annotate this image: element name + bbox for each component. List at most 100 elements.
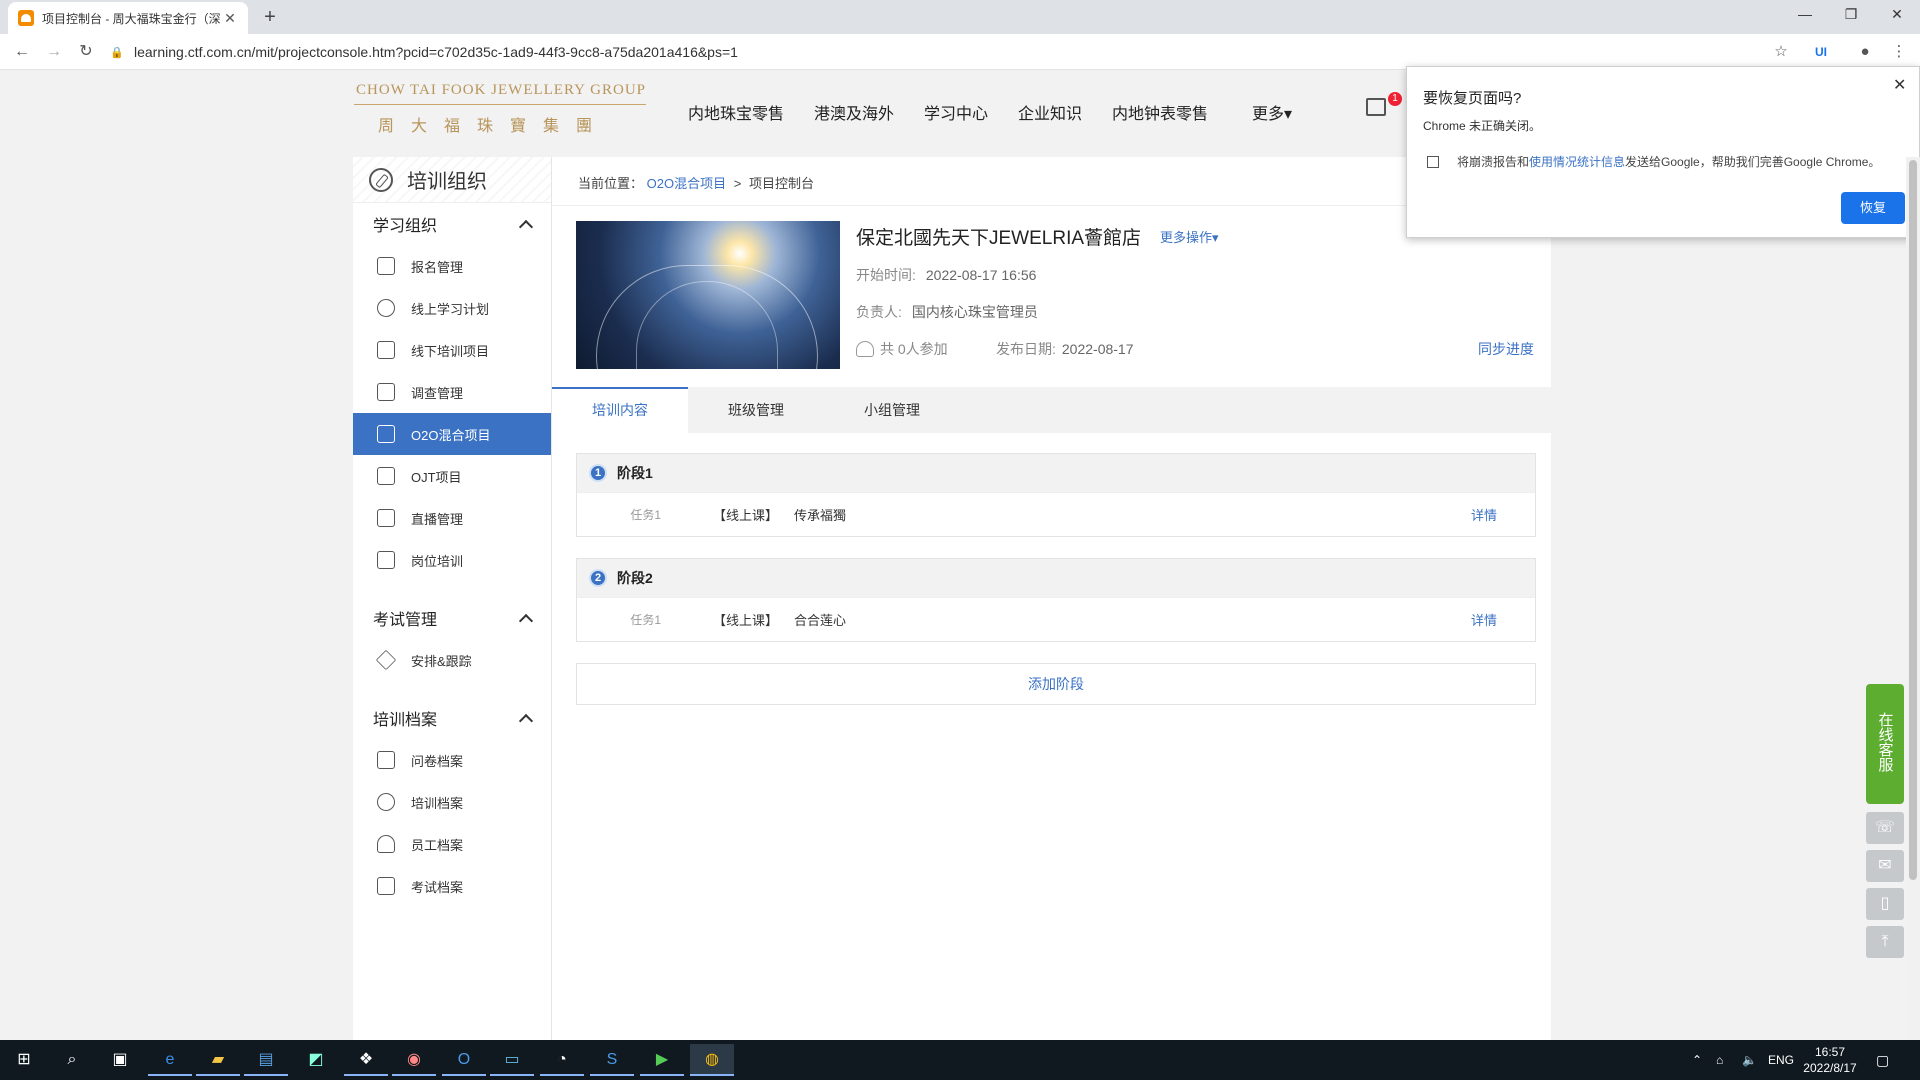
chevron-up-icon[interactable] — [518, 613, 534, 629]
add-stage-button[interactable]: 添加阶段 — [576, 663, 1536, 705]
sidebar-item-questionnaire-archive[interactable]: 问卷档案 — [353, 739, 551, 781]
nav-corporate-knowledge[interactable]: 企业知识 — [1018, 100, 1082, 124]
dropbox-icon[interactable]: ❖ — [344, 1044, 388, 1076]
address-bar[interactable]: 🔒 learning.ctf.com.cn/mit/projectconsole… — [110, 38, 1790, 66]
sidebar-item-online-plan[interactable]: 线上学习计划 — [353, 287, 551, 329]
mobile-icon[interactable]: ▯ — [1866, 888, 1904, 920]
network-app-icon[interactable]: ◉ — [392, 1044, 436, 1076]
close-icon[interactable]: ✕ — [1893, 75, 1906, 95]
input-language[interactable]: ENG — [1768, 1040, 1794, 1080]
sidebar-item-offline-training[interactable]: 线下培训项目 — [353, 329, 551, 371]
sidebar-item-exam-archive[interactable]: 考试档案 — [353, 865, 551, 907]
sidebar-item-label: 员工档案 — [411, 837, 464, 853]
sidebar-item-training-archive[interactable]: 培训档案 — [353, 781, 551, 823]
sidebar-item-live[interactable]: 直播管理 — [353, 497, 551, 539]
online-service-button[interactable]: 在线客服 — [1866, 684, 1904, 804]
sidebar-item-enrollment[interactable]: 报名管理 — [353, 245, 551, 287]
stage-title: 阶段1 — [617, 465, 653, 481]
tab-title: 项目控制台 - 周大福珠宝金行（深 — [42, 11, 221, 26]
send-report-checkbox[interactable] — [1427, 156, 1439, 168]
remote-desktop-icon[interactable]: ▭ — [490, 1044, 534, 1076]
sidebar-item-arrange-track[interactable]: 安排&跟踪 — [353, 639, 551, 681]
sidebar-item-o2o[interactable]: O2O混合项目 — [353, 413, 551, 455]
forward-icon[interactable]: → — [42, 40, 66, 64]
scrollbar-thumb[interactable] — [1909, 160, 1917, 880]
task-label: 任务1 — [630, 508, 661, 522]
sidebar-item-ojt[interactable]: OJT项目 — [353, 455, 551, 497]
task-name: 传承福獨 — [794, 508, 847, 523]
section-archive[interactable]: 培训档案 — [353, 697, 551, 739]
browser-tab[interactable]: 项目控制台 - 周大福珠宝金行（深 ✕ — [8, 2, 248, 34]
ie-icon[interactable]: e — [148, 1044, 192, 1076]
s-app-icon[interactable]: S — [590, 1044, 634, 1076]
task-row: 任务1 【线上课】 传承福獨 详情 — [577, 492, 1535, 536]
notifications-icon[interactable]: ▢ — [1876, 1040, 1889, 1080]
windows-taskbar: ⊞ ⌕ ▣ e ▰ ▤ ◩ ❖ ◉ O ▭ ◔ S ▶ ◍ ⌃ ⌂ 🔈 ENG … — [0, 1040, 1920, 1080]
file-explorer-icon[interactable]: ▰ — [196, 1044, 240, 1076]
network-icon[interactable]: ⌂ — [1716, 1040, 1723, 1080]
chevron-up-icon[interactable] — [518, 219, 534, 235]
volume-icon[interactable]: 🔈 — [1742, 1040, 1757, 1080]
restore-window-button[interactable]: ❐ — [1828, 0, 1874, 30]
extension-icon[interactable]: UI — [1810, 41, 1832, 63]
sidebar-item-survey[interactable]: 调查管理 — [353, 371, 551, 413]
sidebar-title: 培训组织 — [407, 171, 487, 193]
nav-learning-center[interactable]: 学习中心 — [924, 100, 988, 124]
task-view-icon[interactable]: ▣ — [98, 1044, 142, 1076]
breadcrumb-separator: > — [733, 176, 742, 191]
search-icon[interactable]: ⌕ — [50, 1044, 94, 1076]
outlook-icon[interactable]: O — [442, 1044, 486, 1076]
clock-app-icon[interactable]: ◔ — [540, 1044, 584, 1076]
reload-icon[interactable]: ↻ — [74, 40, 98, 64]
breadcrumb-link-o2o[interactable]: O2O混合项目 — [647, 176, 726, 191]
stage-card: 1 阶段1 任务1 【线上课】 传承福獨 详情 — [576, 453, 1536, 537]
sync-progress-link[interactable]: 同步进度 — [1478, 339, 1534, 359]
windows-start-icon[interactable]: ⊞ — [2, 1044, 46, 1076]
menu-kebab-icon[interactable]: ⋮ — [1888, 41, 1910, 63]
browser-tab-strip: 项目控制台 - 周大福珠宝金行（深 ✕ + — ❐ ✕ — [0, 0, 1920, 34]
participants-count: 共 0人参加 — [880, 341, 948, 357]
breadcrumb: 当前位置： O2O混合项目 > 项目控制台 — [578, 173, 814, 192]
chat-icon[interactable]: ☏ — [1866, 812, 1904, 844]
nav-mainland-watch[interactable]: 内地钟表零售 — [1112, 100, 1208, 124]
chrome-icon[interactable]: ◍ — [690, 1044, 734, 1076]
task-detail-link[interactable]: 详情 — [1471, 610, 1497, 629]
sidebar-item-employee-archive[interactable]: 员工档案 — [353, 823, 551, 865]
task-label: 任务1 — [630, 613, 661, 627]
logo-english[interactable]: CHOW TAI FOOK JEWELLERY GROUP — [356, 82, 646, 99]
tab-training-content[interactable]: 培训内容 — [552, 387, 688, 433]
logo-chinese[interactable]: 周大福珠寶集團 — [378, 112, 609, 136]
document-app-icon[interactable]: ▤ — [244, 1044, 288, 1076]
notes-app-icon[interactable]: ◩ — [294, 1044, 338, 1076]
tab-close-icon[interactable]: ✕ — [222, 10, 238, 27]
sidebar-header: 培训组织 — [353, 157, 551, 203]
back-to-top-icon[interactable]: ⤒ — [1866, 926, 1904, 958]
section-exam[interactable]: 考试管理 — [353, 597, 551, 639]
message-icon[interactable]: ✉ — [1866, 850, 1904, 882]
calendar-icon[interactable] — [1366, 98, 1386, 116]
nav-hk-macau-overseas[interactable]: 港澳及海外 — [814, 100, 894, 124]
minimize-button[interactable]: — — [1782, 0, 1828, 30]
media-app-icon[interactable]: ▶ — [640, 1044, 684, 1076]
tab-class-management[interactable]: 班级管理 — [688, 387, 824, 433]
sidebar-item-post-training[interactable]: 岗位培训 — [353, 539, 551, 581]
close-window-button[interactable]: ✕ — [1874, 0, 1920, 30]
page-background-right — [1551, 157, 1920, 1050]
start-time-value: 2022-08-17 16:56 — [925, 267, 1037, 283]
taskbar-clock[interactable]: 16:57 2022/8/17 — [1800, 1044, 1860, 1076]
more-operations-dropdown[interactable]: 更多操作▾ — [1160, 227, 1219, 246]
section-learning-org[interactable]: 学习组织 — [353, 203, 551, 245]
new-tab-button[interactable]: + — [258, 6, 282, 30]
usage-stats-link[interactable]: 使用情况统计信息 — [1529, 155, 1625, 169]
nav-more-dropdown[interactable]: 更多▾ — [1252, 100, 1292, 124]
task-detail-link[interactable]: 详情 — [1471, 505, 1497, 524]
tab-group-management[interactable]: 小组管理 — [824, 387, 960, 433]
nav-mainland-jewellery[interactable]: 内地珠宝零售 — [688, 100, 784, 124]
tray-chevron-icon[interactable]: ⌃ — [1692, 1040, 1702, 1080]
back-icon[interactable]: ← — [10, 40, 34, 64]
chevron-up-icon[interactable] — [518, 713, 534, 729]
bookmark-star-icon[interactable]: ☆ — [1770, 41, 1792, 63]
restore-button[interactable]: 恢复 — [1841, 192, 1905, 224]
profile-icon[interactable]: ● — [1854, 41, 1876, 63]
